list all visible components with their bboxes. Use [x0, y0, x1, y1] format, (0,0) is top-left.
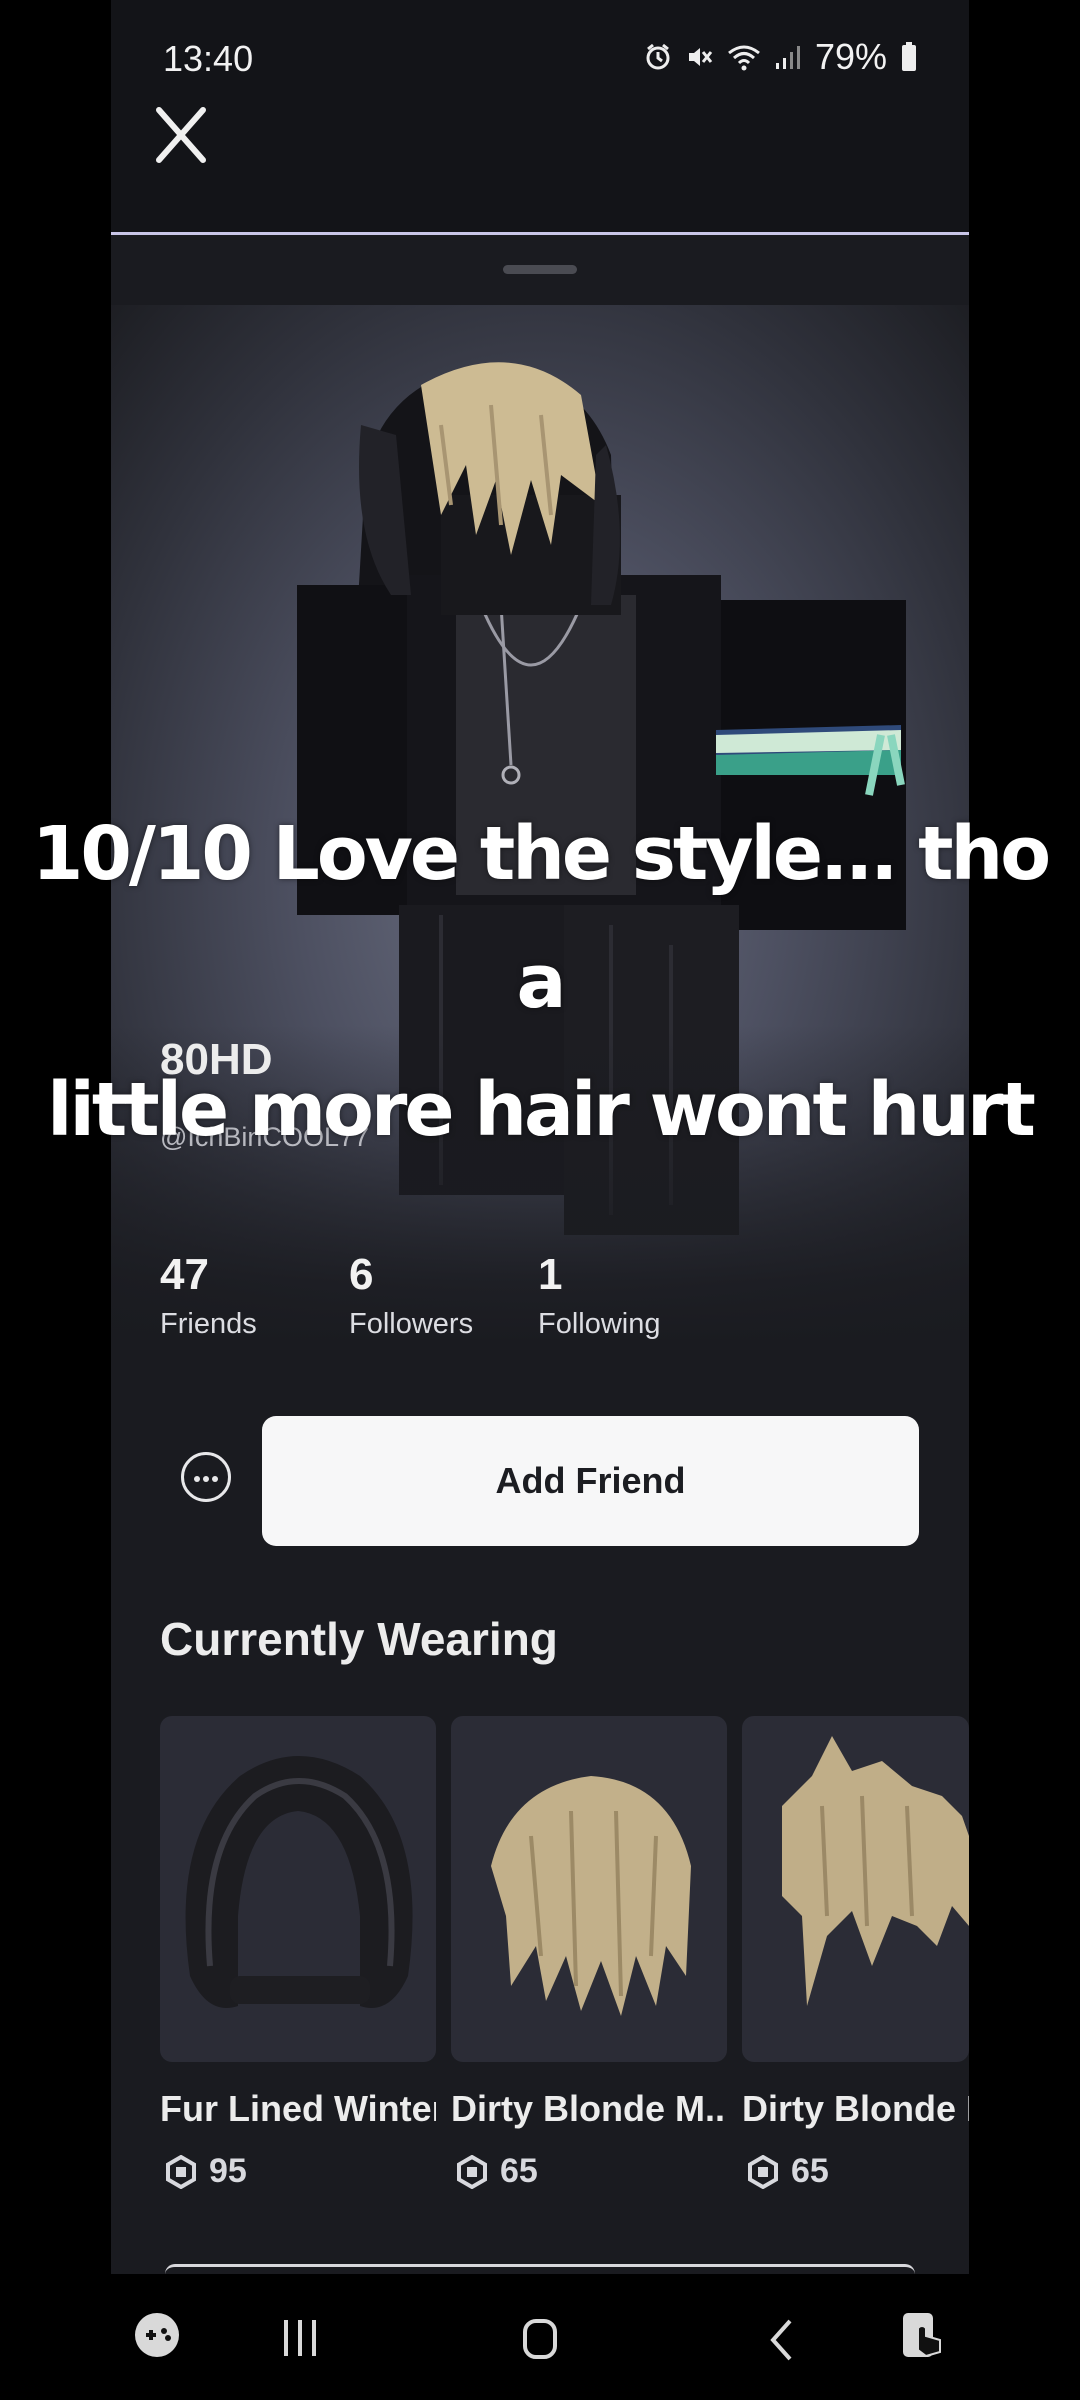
stat-label: Friends — [160, 1308, 257, 1340]
stat-followers[interactable]: 6 Followers — [349, 1250, 473, 1341]
item-price: 65 — [456, 2152, 538, 2191]
robux-icon — [166, 2154, 196, 2189]
more-dot — [203, 1476, 209, 1482]
add-friend-button[interactable]: Add Friend — [262, 1416, 919, 1546]
gamepad-icon — [135, 2313, 179, 2357]
item-price-value: 95 — [209, 2152, 247, 2190]
overlay-caption: 10/10 Love the style... tho a little mor… — [0, 790, 1080, 1174]
mute-icon — [688, 48, 713, 66]
system-nav-bar — [0, 2274, 1080, 2400]
recent-apps-icon — [284, 2320, 316, 2356]
status-time: 13:40 — [163, 38, 254, 79]
item-price-value: 65 — [500, 2152, 538, 2190]
close-icon — [156, 107, 206, 163]
back-button[interactable] — [768, 2318, 794, 2367]
battery-icon — [902, 42, 916, 71]
wearing-item-card[interactable] — [451, 1716, 727, 2062]
item-name[interactable]: Dirty Blonde M... — [451, 2088, 727, 2130]
robux-icon — [748, 2154, 778, 2189]
stat-label: Followers — [349, 1308, 474, 1340]
more-dot — [212, 1476, 218, 1482]
fur-hood-image — [185, 1756, 413, 2008]
currently-wearing-title: Currently Wearing — [160, 1613, 558, 1665]
caption-line-1: 10/10 Love the style... tho a — [31, 811, 1051, 1025]
item-name[interactable]: Fur Lined Winter — [160, 2088, 436, 2130]
blonde-hair-spiky-image — [782, 1736, 969, 2006]
item-price-value: 65 — [791, 2152, 829, 2190]
game-launcher-button[interactable] — [134, 2310, 180, 2365]
stat-label: Following — [538, 1308, 661, 1340]
stat-value: 6 — [349, 1250, 374, 1299]
close-button[interactable] — [153, 100, 209, 170]
alarm-icon — [646, 43, 670, 70]
touch-lock-icon — [903, 2313, 941, 2358]
next-card-edge — [165, 2264, 915, 2274]
home-icon — [523, 2319, 557, 2359]
recent-apps-button[interactable] — [282, 2318, 318, 2363]
stat-value: 47 — [160, 1250, 209, 1299]
wearing-item-card[interactable] — [160, 1716, 436, 2062]
more-dot — [194, 1476, 200, 1482]
wifi-icon — [728, 45, 760, 71]
signal-icon — [775, 46, 800, 69]
wearing-item-card[interactable] — [742, 1716, 969, 2062]
stat-following[interactable]: 1 Following — [538, 1250, 661, 1341]
caption-line-2: little more hair wont hurt — [47, 1067, 1036, 1153]
item-price: 95 — [165, 2152, 247, 2191]
robux-icon — [457, 2154, 487, 2189]
sheet-grabber[interactable] — [503, 265, 577, 274]
home-button[interactable] — [522, 2318, 558, 2365]
accessibility-button[interactable] — [900, 2310, 944, 2369]
blonde-hair-image — [491, 1776, 691, 2016]
item-price: 65 — [747, 2152, 829, 2191]
battery-percent: 79% — [814, 36, 887, 77]
stat-friends[interactable]: 47 Friends — [160, 1250, 257, 1341]
more-options-button[interactable] — [181, 1452, 231, 1502]
status-bar: 13:40 79% — [111, 0, 969, 100]
back-icon — [770, 2319, 792, 2361]
item-name[interactable]: Dirty Blonde M — [742, 2088, 969, 2130]
status-icons: 79% — [645, 36, 917, 78]
stat-value: 1 — [538, 1250, 563, 1299]
